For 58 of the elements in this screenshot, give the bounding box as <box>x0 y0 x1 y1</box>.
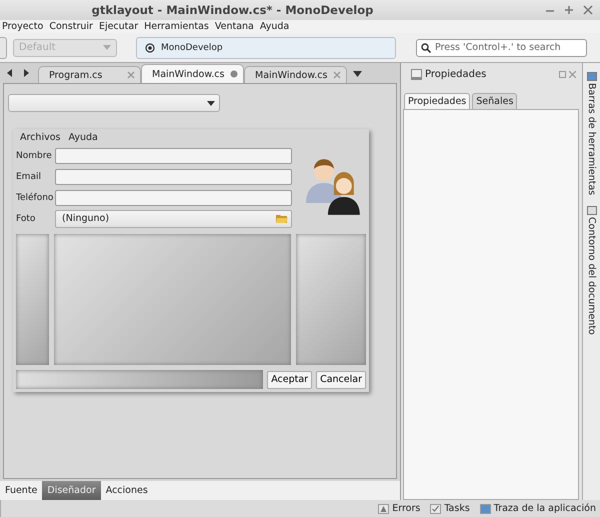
menu-item[interactable]: Ventana <box>214 21 254 32</box>
properties-tab[interactable]: Propiedades <box>404 93 470 109</box>
field-label: Foto <box>16 214 36 224</box>
status-pad-button[interactable]: Errors <box>378 503 420 514</box>
folder-icon <box>276 214 288 224</box>
side-pad-tab[interactable]: Barras de herramientas <box>586 71 598 196</box>
scroll-left-icon[interactable] <box>6 69 14 77</box>
input-field[interactable] <box>55 190 292 206</box>
dialog-button[interactable]: Aceptar <box>267 370 312 388</box>
search-field[interactable]: Press 'Control+.' to search <box>416 38 587 56</box>
window-title: gtklayout - MainWindow.cs* - MonoDevelop <box>90 3 374 17</box>
document-tab[interactable]: Program.cs <box>38 66 141 83</box>
input-field[interactable] <box>55 148 292 164</box>
file-chooser-button[interactable]: (Ninguno) <box>55 210 292 228</box>
field-label: Teléfono <box>16 192 54 202</box>
status-pad-button[interactable]: Tasks <box>430 503 470 514</box>
checkmark-icon <box>430 504 442 514</box>
menu-item[interactable]: Ayuda <box>68 132 98 143</box>
dropdown-arrow-icon <box>207 100 215 106</box>
maximize-icon[interactable] <box>564 5 574 15</box>
pad-icon <box>586 71 597 81</box>
modified-icon <box>230 70 238 78</box>
status-icon <box>145 42 155 52</box>
view-tab[interactable]: Fuente <box>0 481 42 500</box>
scroll-right-icon[interactable] <box>22 69 30 77</box>
log-icon <box>480 504 491 514</box>
dock-icon[interactable] <box>559 70 566 78</box>
close-icon[interactable] <box>583 5 593 15</box>
field-label: Email <box>16 172 42 182</box>
input-field[interactable] <box>55 168 292 184</box>
document-tab[interactable]: MainWindow.cs <box>244 66 347 83</box>
dropdown-arrow-icon[interactable] <box>353 71 362 77</box>
document-tab[interactable]: MainWindow.cs <box>141 64 244 83</box>
view-tab[interactable]: Acciones <box>100 481 153 500</box>
menu-item[interactable]: Ejecutar <box>98 21 138 32</box>
field-label: Nombre <box>16 150 53 160</box>
close-icon[interactable] <box>569 70 576 78</box>
menu-item[interactable]: Proyecto <box>2 21 44 32</box>
dialog-button[interactable]: Cancelar <box>316 370 366 388</box>
warning-icon <box>378 504 390 514</box>
close-icon[interactable] <box>127 71 135 79</box>
dropdown-arrow-icon <box>103 45 111 50</box>
properties-icon <box>410 68 422 80</box>
toolbar-button[interactable] <box>0 36 7 58</box>
pad-title: Propiedades <box>424 68 488 80</box>
search-icon <box>421 42 431 52</box>
status-pad-button[interactable]: Traza de la aplicación <box>480 503 596 514</box>
side-pad-tab[interactable]: Contorno del documento <box>586 205 598 336</box>
status-text: MonoDevelop <box>161 42 223 52</box>
properties-tab[interactable]: Señales <box>472 93 518 109</box>
widget-dropdown[interactable] <box>8 94 220 112</box>
pad-icon <box>586 205 597 216</box>
menu-item[interactable]: Construir <box>49 21 93 32</box>
view-tab[interactable]: Diseñador <box>42 481 101 500</box>
menu-item[interactable]: Archivos <box>20 132 60 143</box>
menu-item[interactable]: Herramientas <box>144 21 209 32</box>
close-icon[interactable] <box>333 71 341 79</box>
menu-item[interactable]: Ayuda <box>260 21 290 32</box>
